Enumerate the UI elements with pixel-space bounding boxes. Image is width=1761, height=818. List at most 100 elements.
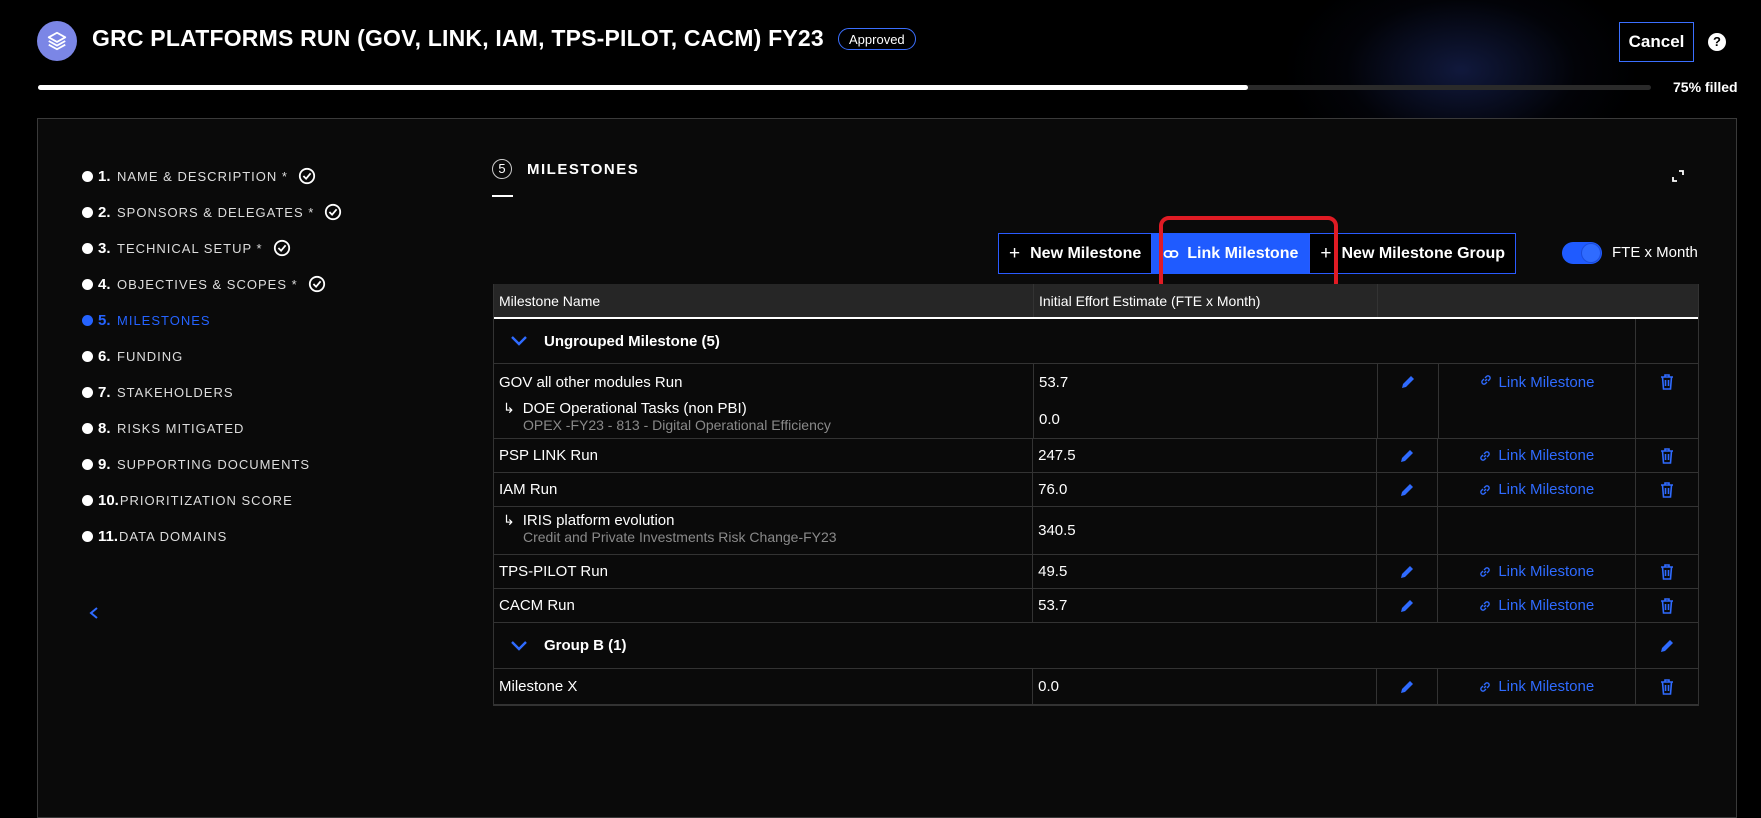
step-sponsors-delegates[interactable]: 2. SPONSORS & DELEGATES * bbox=[82, 202, 342, 222]
step-dot bbox=[82, 350, 93, 362]
milestone-name: CACM Run bbox=[494, 589, 1034, 622]
step-dot bbox=[82, 314, 93, 326]
step-label: STAKEHOLDERS bbox=[117, 384, 234, 400]
effort-value: 53.7 bbox=[1033, 589, 1377, 622]
step-label: OBJECTIVES & SCOPES * bbox=[117, 276, 298, 292]
milestone-name: PSP LINK Run bbox=[494, 439, 1034, 472]
help-icon[interactable]: ? bbox=[1708, 33, 1726, 51]
link-milestone-label: Link Milestone bbox=[1498, 481, 1595, 498]
linked-milestone: ↳ IRIS platform evolution bbox=[499, 512, 1032, 529]
step-milestones[interactable]: 5. MILESTONES bbox=[82, 310, 211, 330]
edit-cell bbox=[1377, 473, 1439, 506]
link-milestone-link[interactable]: Link Milestone bbox=[1438, 439, 1637, 472]
check-circle-icon bbox=[325, 203, 342, 221]
collapse-sidebar-chevron-icon[interactable] bbox=[88, 606, 100, 620]
page-title: GRC PLATFORMS RUN (GOV, LINK, IAM, TPS-P… bbox=[92, 25, 824, 51]
step-objectives-scopes[interactable]: 4. OBJECTIVES & SCOPES * bbox=[82, 274, 326, 294]
table-row: GOV all other modules Run ↳ DOE Operatio… bbox=[494, 364, 1698, 439]
step-number: 7. bbox=[98, 383, 111, 401]
step-label: NAME & DESCRIPTION * bbox=[117, 168, 288, 184]
linked-milestone-source: Credit and Private Investments Risk Chan… bbox=[523, 529, 837, 545]
trash-icon[interactable] bbox=[1660, 481, 1674, 498]
step-number: 1. bbox=[98, 167, 111, 185]
cancel-button[interactable]: Cancel bbox=[1619, 22, 1694, 62]
sub-arrow-icon: ↳ bbox=[503, 400, 515, 416]
trash-icon[interactable] bbox=[1660, 374, 1674, 390]
fte-toggle-label: FTE x Month bbox=[1612, 244, 1698, 261]
link-milestone-label: Link Milestone bbox=[1498, 447, 1595, 464]
edit-cell bbox=[1377, 439, 1439, 472]
trash-icon[interactable] bbox=[1660, 597, 1674, 614]
link-icon bbox=[1480, 681, 1491, 692]
step-label: SUPPORTING DOCUMENTS bbox=[117, 456, 311, 472]
step-stakeholders[interactable]: 7. STAKEHOLDERS bbox=[82, 382, 234, 402]
step-dot bbox=[82, 278, 93, 290]
sub-arrow-icon: ↳ bbox=[503, 512, 515, 528]
step-dot bbox=[82, 170, 93, 182]
effort-value: 53.7 bbox=[1039, 373, 1069, 391]
step-dot bbox=[82, 242, 93, 254]
effort-cell: 53.7 0.0 bbox=[1034, 364, 1378, 438]
new-milestone-button[interactable]: + New Milestone bbox=[998, 233, 1153, 274]
milestone-name: Milestone X bbox=[494, 669, 1034, 704]
trash-icon[interactable] bbox=[1660, 447, 1674, 464]
trash-icon[interactable] bbox=[1660, 563, 1674, 580]
milestones-table: Milestone Name Initial Effort Estimate (… bbox=[493, 284, 1699, 706]
check-circle-icon bbox=[308, 275, 325, 293]
link-milestone-link[interactable]: Link Milestone bbox=[1438, 555, 1637, 588]
pencil-icon[interactable] bbox=[1399, 448, 1415, 464]
step-name-description[interactable]: 1. NAME & DESCRIPTION * bbox=[82, 166, 316, 186]
step-number: 10. bbox=[98, 491, 119, 509]
table-header: Milestone Name Initial Effort Estimate (… bbox=[494, 284, 1698, 319]
trash-icon[interactable] bbox=[1660, 678, 1674, 695]
step-dot bbox=[82, 458, 93, 470]
link-milestone-link[interactable]: Link Milestone bbox=[1439, 364, 1636, 438]
step-prioritization-score[interactable]: 10. PRIORITIZATION SCORE bbox=[82, 490, 293, 510]
table-row: PSP LINK Run 247.5 Link Milestone bbox=[494, 439, 1698, 473]
new-milestone-group-button[interactable]: + New Milestone Group bbox=[1309, 233, 1517, 274]
link-milestone-link[interactable]: Link Milestone bbox=[1438, 589, 1637, 622]
pencil-icon[interactable] bbox=[1659, 638, 1675, 654]
link-milestone-link[interactable]: Link Milestone bbox=[1438, 473, 1637, 506]
group-main: Ungrouped Milestone (5) bbox=[494, 319, 1637, 363]
step-data-domains[interactable]: 11. DATA DOMAINS bbox=[82, 526, 227, 546]
section-title: MILESTONES bbox=[527, 160, 640, 178]
step-technical-setup[interactable]: 3. TECHNICAL SETUP * bbox=[82, 238, 291, 258]
pencil-icon[interactable] bbox=[1400, 374, 1416, 390]
step-supporting-documents[interactable]: 9. SUPPORTING DOCUMENTS bbox=[82, 454, 310, 474]
step-number: 9. bbox=[98, 455, 111, 473]
column-header-name: Milestone Name bbox=[494, 284, 1034, 317]
step-risks-mitigated[interactable]: 8. RISKS MITIGATED bbox=[82, 418, 244, 438]
pencil-icon[interactable] bbox=[1399, 598, 1415, 614]
linked-milestone-name: DOE Operational Tasks (non PBI) bbox=[522, 400, 747, 417]
group-row-group-b: Group B (1) bbox=[494, 623, 1698, 669]
check-circle-icon bbox=[298, 167, 316, 185]
step-label: FUNDING bbox=[117, 348, 184, 364]
toggle-knob bbox=[1582, 244, 1600, 262]
milestone-name: TPS-PILOT Run bbox=[494, 555, 1034, 588]
pencil-icon[interactable] bbox=[1399, 482, 1415, 498]
link-milestone-link[interactable]: Link Milestone bbox=[1438, 669, 1637, 704]
delete-cell bbox=[1636, 507, 1698, 554]
pencil-icon[interactable] bbox=[1399, 679, 1415, 695]
chevron-down-icon[interactable] bbox=[510, 335, 528, 347]
table-row: TPS-PILOT Run 49.5 Link Milestone bbox=[494, 555, 1698, 589]
pencil-icon[interactable] bbox=[1399, 564, 1415, 580]
step-number: 8. bbox=[98, 419, 111, 437]
chevron-down-icon[interactable] bbox=[510, 640, 528, 652]
linked-milestone-name: IRIS platform evolution bbox=[522, 512, 675, 529]
fte-toggle[interactable] bbox=[1562, 242, 1602, 264]
step-funding[interactable]: 6. FUNDING bbox=[82, 346, 183, 366]
step-label: TECHNICAL SETUP * bbox=[117, 240, 263, 256]
column-header-actions bbox=[1378, 284, 1698, 317]
step-dot bbox=[82, 422, 93, 434]
table-row: CACM Run 53.7 Link Milestone bbox=[494, 589, 1698, 623]
link-milestone-label: Link Milestone bbox=[1498, 678, 1595, 695]
expand-icon[interactable] bbox=[1672, 170, 1684, 182]
step-dot bbox=[82, 206, 93, 218]
edit-cell bbox=[1377, 507, 1439, 554]
highlight-box bbox=[1159, 216, 1338, 293]
table-row: IAM Run 76.0 Link Milestone bbox=[494, 473, 1698, 507]
edit-cell bbox=[1378, 364, 1439, 438]
link-milestone-label: Link Milestone bbox=[1498, 597, 1595, 614]
